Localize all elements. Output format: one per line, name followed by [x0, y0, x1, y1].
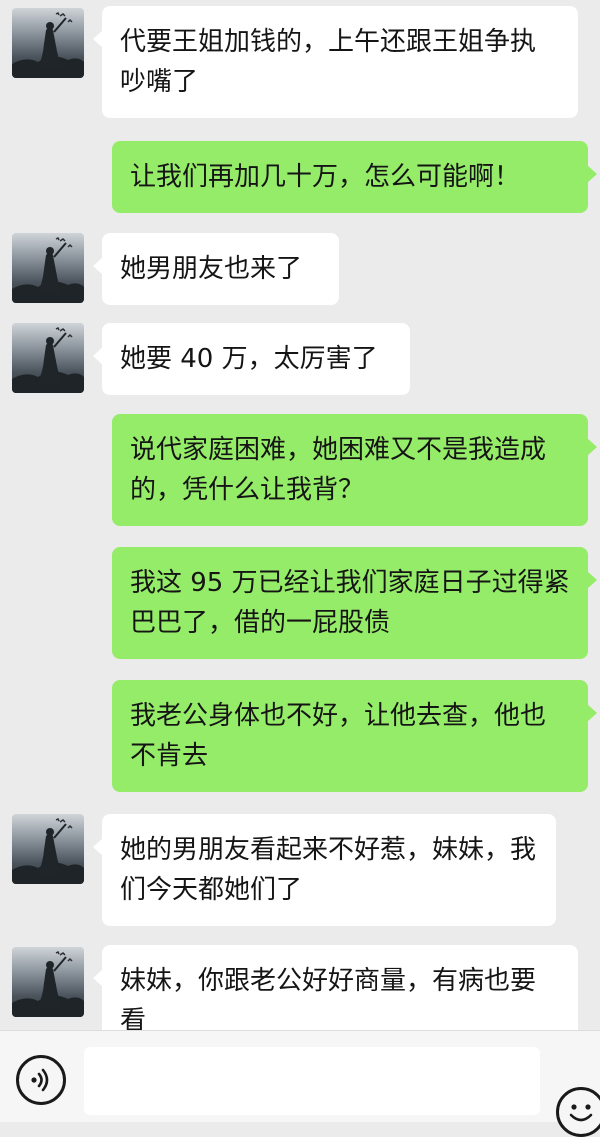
message-bubble[interactable]: 说代家庭困难，她困难又不是我造成的，凭什么让我背？: [112, 414, 597, 526]
message-bubble[interactable]: 她的男朋友看起来不好惹，妹妹，我们今天都她们了: [93, 814, 556, 926]
chat-input-bar: [0, 1030, 600, 1137]
voice-icon: [31, 1068, 49, 1092]
avatar-figure-icon: [12, 326, 84, 393]
message-bubble[interactable]: 她男朋友也来了: [93, 233, 339, 305]
contact-avatar[interactable]: [12, 814, 84, 884]
message-bubble[interactable]: 我老公身体也不好，让他去查，他也不肯去: [112, 680, 597, 792]
avatar-figure-icon: [12, 236, 84, 303]
avatar-figure-icon: [12, 11, 84, 78]
contact-avatar[interactable]: [12, 323, 84, 393]
avatar-figure-icon: [12, 950, 84, 1017]
message-bubble[interactable]: 她要 40 万，太厉害了: [93, 323, 410, 395]
message-input[interactable]: [84, 1047, 540, 1115]
message-bubble[interactable]: 妹妹，你跟老公好好商量，有病也要看: [93, 945, 578, 1030]
avatar-figure-icon: [12, 817, 84, 884]
message-bubble[interactable]: 让我们再加几十万，怎么可能啊！: [112, 141, 597, 213]
message-bubble[interactable]: 我这 95 万已经让我们家庭日子过得紧巴巴了，借的一屁股债: [112, 547, 597, 659]
voice-button[interactable]: [16, 1055, 66, 1105]
contact-avatar[interactable]: [12, 947, 84, 1017]
emoji-icon: [569, 1104, 593, 1122]
contact-avatar[interactable]: [12, 8, 84, 78]
chat-message-list[interactable]: 代要王姐加钱的，上午还跟王姐争执吵嘴了 让我们再加几十万，怎么可能啊！ 她男朋友…: [0, 0, 600, 1030]
emoji-button[interactable]: [556, 1087, 600, 1137]
contact-avatar[interactable]: [12, 233, 84, 303]
message-bubble[interactable]: 代要王姐加钱的，上午还跟王姐争执吵嘴了: [93, 6, 578, 118]
